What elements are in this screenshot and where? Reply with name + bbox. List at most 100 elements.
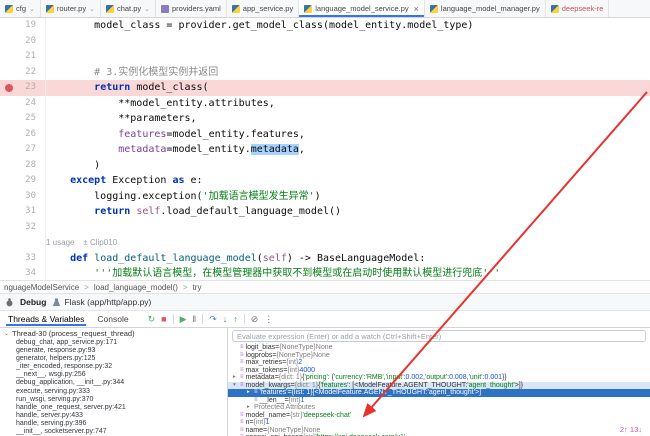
line-number[interactable]: 24 [0,95,46,111]
code-editor[interactable]: 19 model_class = provider.get_model_clas… [0,18,650,281]
code-line[interactable]: 1 usage ± Clip010 [0,235,650,251]
line-number[interactable]: 32 [0,219,46,235]
more-options-icon[interactable]: ⋮ [264,314,273,325]
rerun-debug-icon[interactable]: ↻ [148,314,156,325]
variable-row[interactable]: ≡ n = {int} 1 [228,419,650,427]
code-line[interactable]: 30 logging.exception('加载语言模型发生异常') [0,188,650,204]
line-number[interactable]: 27 [0,142,46,158]
tab-language_model_manager.py[interactable]: language_model_manager.py [424,0,546,17]
line-number[interactable]: 23 [0,80,46,96]
stack-frame[interactable]: _iter_encoded, response.py:32 [0,363,227,371]
line-number[interactable]: 30 [0,188,46,204]
pin-icon[interactable]: ⌄ [89,5,95,13]
variable-row[interactable]: ≡ logprobs = {NoneType} None [228,352,650,360]
line-number[interactable]: 19 [0,18,46,34]
breadcrumb-item[interactable]: try [193,283,202,292]
line-number[interactable]: 25 [0,111,46,127]
stack-frame[interactable]: handle, server.py:433 [0,412,227,420]
variable-icon: ≡ [254,396,258,403]
line-number[interactable]: 33 [0,250,46,266]
debug-panel-title[interactable]: Debug [20,297,46,307]
stack-frame[interactable]: generator, helpers.py:125 [0,355,227,363]
stack-frame[interactable]: handle_one_request, server.py:421 [0,404,227,412]
pin-icon[interactable]: ⌄ [144,5,150,13]
run-configuration[interactable]: Flask (app/http/app.py) [52,297,151,307]
code-line[interactable]: 21 [0,49,650,65]
breadcrumb-item[interactable]: load_language_model() [94,283,178,292]
step-out-icon[interactable]: ↑ [233,314,238,324]
tab-cfg[interactable]: cfg ⌄ [0,0,41,17]
stack-frame[interactable]: run_wsgi, serving.py:370 [0,396,227,404]
variable-row[interactable]: ≡ __len__ = {int} 1 [228,397,650,405]
variable-row[interactable]: ≡ max_tokens = {int} 4000 [228,367,650,375]
variable-row[interactable]: ≡ model_name = {str} 'deepseek-chat' [228,412,650,420]
line-number[interactable]: 34 [0,266,46,280]
line-number[interactable] [0,235,46,251]
resume-icon[interactable]: ▶ [180,314,187,325]
line-number[interactable]: 21 [0,49,46,65]
code-line[interactable]: 34 '''加载默认语言模型，在模型管理器中获取不到模型或在启动时使用默认模型进… [0,266,650,280]
variable-row[interactable]: ≡ max_retries = {int} 2 [228,359,650,367]
tab-providers.yaml[interactable]: providers.yaml [156,0,227,17]
line-number[interactable]: 20 [0,33,46,49]
stack-frame[interactable]: __next__, wsgi.py:256 [0,371,227,379]
step-over-icon[interactable]: ↷ [209,314,217,325]
mute-breakpoints-icon[interactable]: ⊘ [251,314,259,325]
tab-language_model_service.py[interactable]: language_model_service.py × [299,0,425,17]
debug-tab-console[interactable]: Console [95,312,130,326]
stack-frame[interactable]: generate, response.py:93 [0,347,227,355]
chevron-right-icon[interactable]: ▸ [247,404,254,412]
tab-deepseek-re[interactable]: deepseek-re [545,0,610,17]
code-line[interactable]: 23 return model_class( [0,80,650,96]
tab-chat.py[interactable]: chat.py ⌄ [100,0,157,17]
pause-icon[interactable]: ‖ [192,314,196,324]
breakpoint-icon[interactable] [5,84,13,92]
variable-value: 'input' [385,374,404,381]
code-line[interactable]: 22 # 3.实例化模型实例并返回 [0,64,650,80]
variable-row[interactable]: ▾ ≡ model_kwargs = {dict: 1} {'features': … [228,381,650,390]
line-number[interactable]: 22 [0,64,46,80]
debug-tab-threads-variables[interactable]: Threads & Variables [6,312,86,326]
tab-label: app_service.py [242,4,294,13]
code-line[interactable]: 31 return self.load_default_language_mod… [0,204,650,220]
breadcrumb-item[interactable]: nguageModelService [4,283,79,292]
stop-icon[interactable]: ■ [161,314,166,324]
code-line[interactable]: 25 **parameters, [0,111,650,127]
variable-row[interactable]: ≡ logit_bias = {NoneType} None [228,344,650,352]
stack-frame[interactable]: debug_application, __init__.py:344 [0,379,227,387]
chevron-down-icon[interactable]: ▾ [233,382,240,390]
line-number[interactable]: 31 [0,204,46,220]
thread-selector[interactable]: ⌄ Thread-30 (process_request_thread) [0,329,227,339]
variable-row[interactable]: ≡ name = {NoneType} None [228,427,650,435]
code-line[interactable]: 28 ) [0,157,650,173]
code-token: .load_default_language_model() [160,206,342,217]
step-into-icon[interactable]: ↓ [223,314,228,324]
code-line[interactable]: 24 **model_entity.attributes, [0,95,650,111]
git-status-widget[interactable]: 2↑ 13↓ [620,425,642,434]
stack-frame[interactable]: debug_chat, app_service.py:171 [0,339,227,347]
code-line[interactable]: 20 [0,33,650,49]
variable-row[interactable]: ▸ Protected Attributes [228,404,650,412]
close-tab-icon[interactable]: × [414,4,419,14]
stack-frame[interactable]: execute, serving.py:333 [0,388,227,396]
variable-value: {dict: 1} [294,381,319,389]
chevron-right-icon[interactable]: ▸ [233,374,240,382]
code-line[interactable]: 32 [0,219,650,235]
stack-frame[interactable]: __init__, socketserver.py:747 [0,428,227,436]
code-line[interactable]: 27 metadata=model_entity.metadata, [0,142,650,158]
tab-app_service.py[interactable]: app_service.py [226,0,300,17]
code-line[interactable]: 19 model_class = provider.get_model_clas… [0,18,650,34]
chevron-right-icon[interactable]: ▸ [247,389,254,397]
editor-tab-bar: cfg ⌄ router.py ⌄ chat.py ⌄ providers.yaml ap… [0,0,650,18]
evaluate-expression-input[interactable] [232,330,646,342]
variable-row[interactable]: ▸ ≡ metadata = {dict: 1} {'pricing': {'cur… [228,374,650,382]
stack-frame[interactable]: handle, serving.py:396 [0,420,227,428]
line-number[interactable]: 28 [0,157,46,173]
line-number[interactable]: 26 [0,126,46,142]
line-number[interactable]: 29 [0,173,46,189]
code-line[interactable]: 33 def load_default_language_model(self)… [0,250,650,266]
variable-row[interactable]: ▸ ≡'features' = {list: 1} [<ModelFeature.… [228,389,650,397]
tab-router.py[interactable]: router.py ⌄ [40,0,101,17]
code-line[interactable]: 29 except Exception as e: [0,173,650,189]
code-line[interactable]: 26 features=model_entity.features, [0,126,650,142]
